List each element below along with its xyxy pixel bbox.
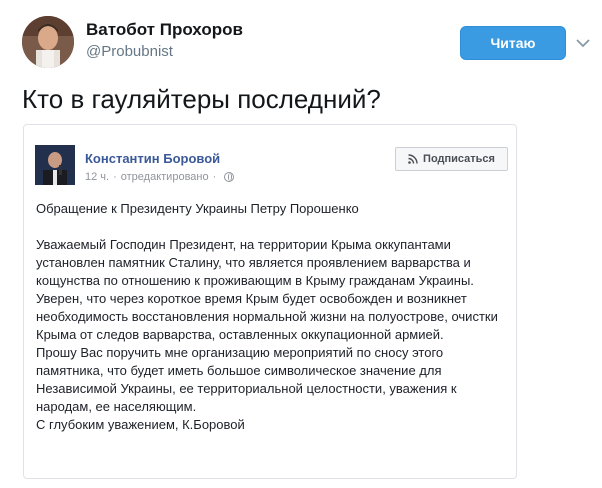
globe-icon: [224, 172, 235, 182]
post-paragraph: Уважаемый Господин Президент, на террито…: [36, 237, 474, 288]
author-name[interactable]: Ватобот Прохоров: [86, 20, 243, 40]
post-body: Обращение к Президенту Украины Петру Пор…: [36, 200, 508, 434]
post-heading: Обращение к Президенту Украины Петру Пор…: [36, 201, 359, 216]
meta-separator: ·: [212, 171, 217, 183]
subscribe-label: Подписаться: [423, 153, 495, 165]
embedded-facebook-post[interactable]: Константин Боровой 12 ч. · отредактирова…: [23, 124, 517, 479]
author-handle[interactable]: @Probubnist: [86, 42, 243, 62]
post-paragraph: Уверен, что через короткое время Крым бу…: [36, 291, 498, 342]
user-avatar[interactable]: [22, 16, 74, 68]
post-author-avatar[interactable]: [35, 145, 75, 185]
post-edited[interactable]: отредактировано: [121, 171, 209, 183]
tweet-header: Ватобот Прохоров @Probubnist Читаю: [22, 14, 590, 70]
post-signature: С глубоким уважением, К.Боровой: [36, 417, 245, 432]
post-author-name[interactable]: Константин Боровой: [85, 151, 220, 166]
post-paragraph: Прошу Вас поручить мне организацию мероп…: [36, 345, 457, 414]
subscribe-button[interactable]: Подписаться: [395, 147, 508, 171]
follow-button[interactable]: Читаю: [460, 26, 566, 60]
tweet-author: Ватобот Прохоров @Probubnist: [86, 20, 243, 62]
rss-icon: [408, 154, 418, 164]
post-meta: 12 ч. · отредактировано ·: [85, 171, 235, 183]
meta-separator: ·: [113, 171, 117, 183]
post-time[interactable]: 12 ч.: [85, 171, 109, 183]
tweet-text: Кто в гауляйтеры последний?: [22, 84, 381, 114]
chevron-down-icon[interactable]: [573, 33, 593, 53]
